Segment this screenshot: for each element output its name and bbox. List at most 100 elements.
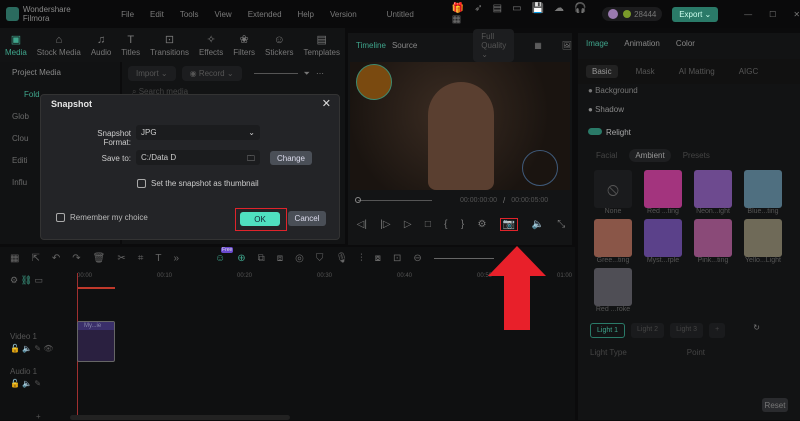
toolbar-titles[interactable]: T Titles [121, 34, 140, 57]
thumbnail-checkbox[interactable]: Set the snapshot as thumbnail [137, 179, 259, 189]
notes-icon[interactable]: ▤ [493, 3, 502, 14]
light-handle-small[interactable] [522, 150, 558, 186]
sidebar-item[interactable]: Project Media [0, 62, 120, 84]
mark-in-icon[interactable]: { [444, 219, 447, 230]
mode-presets[interactable]: Presets [677, 149, 716, 162]
next-frame-icon[interactable]: |▷ [380, 219, 390, 230]
toolbar-audio[interactable]: ♫ Audio [91, 34, 111, 57]
rocket-icon[interactable]: ➶ [474, 3, 482, 14]
save-icon[interactable]: 💾 [532, 3, 544, 14]
minimize-icon[interactable]: — [744, 10, 752, 19]
toolbar-media[interactable]: ▣ Media [5, 33, 27, 57]
save-path-input[interactable]: C:/Data D 🗀 [136, 150, 260, 165]
remember-checkbox[interactable]: Remember my choice [56, 213, 148, 223]
preset-item[interactable]: Yello...Light [740, 219, 786, 264]
relight-toggle[interactable] [588, 128, 602, 135]
menu-item-tools[interactable]: Tools [180, 10, 199, 19]
headset-icon[interactable]: 🎧 [574, 3, 586, 14]
zoom-out-icon[interactable]: ⊖ [413, 253, 421, 264]
ok-button[interactable]: OK [240, 212, 280, 226]
folder-icon[interactable]: 🗀 [247, 153, 255, 167]
credits-badge[interactable]: 28444 [602, 7, 663, 21]
close-window-icon[interactable]: ✕ [793, 10, 800, 19]
quality-select[interactable]: Full Quality ⌄ [473, 28, 515, 62]
toolbar-effects[interactable]: ✧ Effects [199, 33, 223, 57]
cloud-icon[interactable]: ☁ [554, 3, 564, 14]
grid-icon[interactable]: ▦ [534, 41, 542, 50]
preset-item[interactable]: Blue...ting [740, 170, 786, 215]
mode-facial[interactable]: Facial [590, 149, 623, 162]
menu-item-file[interactable]: File [121, 10, 134, 19]
timeline-zoom-slider[interactable] [433, 257, 494, 259]
more-tools-icon[interactable]: » [173, 253, 179, 264]
track-controls[interactable]: 🔓 🔈 ✎ [10, 379, 41, 388]
redo-icon[interactable]: ↷ [72, 253, 80, 264]
subtab-ai-matting[interactable]: AI Matting [673, 65, 721, 78]
sticker-icon[interactable]: ⧉ [258, 253, 265, 264]
horizontal-scrollbar[interactable] [70, 415, 290, 420]
mode-ambient[interactable]: Ambient [629, 149, 671, 162]
tab-timeline[interactable]: Timeline [356, 41, 386, 50]
shield-icon[interactable]: ⛉ [316, 253, 324, 264]
mark-out-icon[interactable]: } [461, 219, 464, 230]
background-row[interactable]: ● Background [578, 84, 800, 97]
delete-icon[interactable]: 🗑 [93, 253, 106, 264]
light-tab[interactable]: Light 2 [631, 323, 665, 338]
menu-item-edit[interactable]: Edit [150, 10, 164, 19]
toolbar-templates[interactable]: ▤ Templates [304, 33, 340, 57]
progress-slider[interactable] [355, 197, 432, 203]
ai-icon[interactable]: ☺ Free [215, 246, 234, 264]
preset-item[interactable]: Pink...ting [690, 219, 736, 264]
relight-row[interactable]: Relight [578, 122, 800, 143]
shadow-row[interactable]: ● Shadow [578, 97, 800, 122]
speed-icon[interactable]: ◎ [295, 253, 304, 264]
mixer-icon[interactable]: ⫶ [360, 253, 363, 264]
reset-button[interactable]: Reset [762, 398, 788, 412]
layout-icon[interactable]: ▭ [512, 3, 521, 14]
subtab-mask[interactable]: Mask [630, 65, 661, 78]
video-clip[interactable]: My...ie [77, 321, 115, 362]
fit-icon[interactable]: ⊡ [393, 253, 401, 264]
prev-frame-icon[interactable]: ◁| [357, 219, 367, 230]
menu-item-version[interactable]: Version [330, 10, 357, 19]
preset-item[interactable]: Gree...ting [590, 219, 636, 264]
preset-item[interactable]: Red ...ting [640, 170, 686, 215]
crop-icon[interactable]: ⌗ [138, 253, 144, 264]
preset-item[interactable]: Neon...ight [690, 170, 736, 215]
stop-icon[interactable]: □ [425, 219, 431, 230]
layout-icon[interactable]: ▦ [10, 253, 19, 264]
import-button[interactable]: Import ⌄ [128, 66, 176, 81]
filter-icon[interactable]: ⏷ [304, 69, 310, 79]
apps-icon[interactable]: ▦ [452, 14, 461, 25]
replace-icon[interactable]: ⧇ [375, 253, 381, 264]
preset-item[interactable]: Red ...roke [590, 268, 636, 313]
group-icon[interactable]: ⧈ [277, 253, 283, 264]
subtab-basic[interactable]: Basic [586, 65, 618, 78]
track-controls[interactable]: 🔓 🔈 ✎ 👁 [10, 344, 53, 353]
maximize-icon[interactable]: ☐ [769, 10, 776, 19]
link-icon[interactable]: ⛓ [21, 275, 32, 285]
tab-source[interactable]: Source [392, 41, 417, 50]
snapshot-camera-icon[interactable]: 📷 [499, 218, 519, 231]
toolbar-stock-media[interactable]: ⌂ Stock Media [37, 34, 81, 57]
image-icon[interactable]: 🖼 [562, 41, 572, 50]
format-select[interactable]: JPG ⌄ [136, 125, 260, 140]
subtab-aigc[interactable]: AIGC [733, 65, 765, 78]
play-icon[interactable]: ▷ [404, 219, 412, 230]
light-tab[interactable]: + [709, 323, 726, 338]
menu-item-help[interactable]: Help [298, 10, 314, 19]
gift-icon[interactable]: 🎁 [452, 3, 464, 14]
tab-animation[interactable]: Animation [624, 39, 660, 49]
record-button[interactable]: ◉ Record ⌄ [181, 66, 242, 81]
toolbar-filters[interactable]: ❀ Filters [233, 33, 255, 57]
preset-item[interactable]: ⦸ None [590, 170, 636, 215]
split-icon[interactable]: ⊕ [237, 253, 245, 264]
settings-icon[interactable]: ⚙ [10, 275, 18, 285]
change-button[interactable]: Change [270, 151, 312, 165]
light-handle[interactable] [356, 64, 392, 100]
zoom-slider[interactable] [253, 73, 298, 74]
refresh-icon[interactable]: ↻ [753, 323, 760, 338]
volume-icon[interactable]: 🔈 [531, 219, 543, 230]
undo-icon[interactable]: ↶ [52, 253, 60, 264]
tab-color[interactable]: Color [676, 39, 695, 49]
